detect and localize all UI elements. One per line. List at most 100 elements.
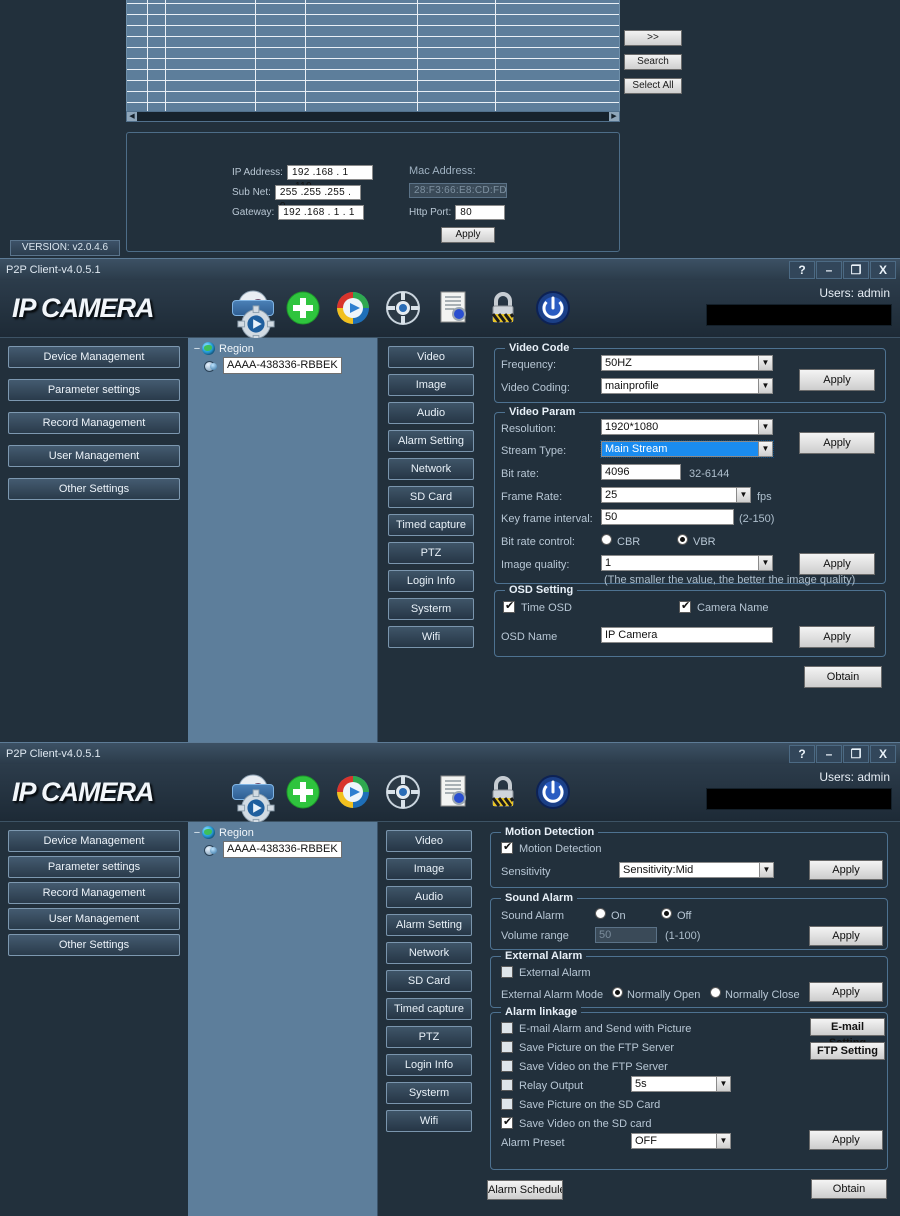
sidebar-item-other-settings[interactable]: Other Settings — [8, 934, 180, 956]
ptz-icon[interactable] — [382, 768, 424, 816]
log-icon[interactable] — [432, 768, 474, 816]
tree-item-device[interactable]: AAAA-438336-RBBEK — [188, 839, 377, 858]
image-quality-select[interactable]: 1 ▼ — [601, 555, 773, 571]
save-picture-ftp-checkbox[interactable] — [501, 1041, 513, 1053]
power-icon[interactable] — [532, 284, 574, 332]
alarm-schedule-button[interactable]: Alarm Schedule — [487, 1180, 563, 1200]
minimize-button[interactable]: – — [816, 745, 842, 763]
frequency-select[interactable]: 50HZ ▼ — [601, 355, 773, 371]
power-icon[interactable] — [532, 768, 574, 816]
scroll-left-icon[interactable]: ◀ — [127, 112, 137, 121]
sound-alarm-off-radio[interactable] — [661, 908, 672, 919]
video-param-apply-top-button[interactable]: Apply — [799, 432, 875, 454]
volume-range-input[interactable]: 50 — [595, 927, 657, 943]
tab-video[interactable]: Video — [386, 830, 472, 852]
sidebar-item-record-management[interactable]: Record Management — [8, 412, 180, 434]
video-code-apply-button[interactable]: Apply — [799, 369, 875, 391]
stream-type-select[interactable]: Main Stream ▼ — [600, 440, 774, 458]
save-video-sd-checkbox[interactable] — [501, 1116, 513, 1129]
chevron-down-icon[interactable]: ▼ — [758, 379, 772, 393]
tab-timed-capture[interactable]: Timed capture — [386, 998, 472, 1020]
tab-image[interactable]: Image — [386, 858, 472, 880]
sidebar-item-parameter-settings[interactable]: Parameter settings — [8, 379, 180, 401]
normally-close-radio[interactable] — [710, 987, 721, 998]
chevron-down-icon[interactable]: ▼ — [716, 1134, 730, 1148]
ip-address-input[interactable]: 192 .168 . 1 .110 — [286, 165, 373, 192]
device-name-label[interactable]: AAAA-438336-RBBEK — [223, 841, 342, 858]
tab-sd-card[interactable]: SD Card — [386, 970, 472, 992]
window2-obtain-button[interactable]: Obtain — [811, 1179, 887, 1199]
tab-image[interactable]: Image — [388, 374, 474, 396]
external-alarm-checkbox[interactable] — [501, 966, 513, 978]
sidebar-item-user-management[interactable]: User Management — [8, 445, 180, 467]
close-button[interactable]: X — [870, 745, 896, 763]
tab-ptz[interactable]: PTZ — [388, 542, 474, 564]
tab-timed-capture[interactable]: Timed capture — [388, 514, 474, 536]
close-button[interactable]: X — [870, 261, 896, 279]
results-horizontal-scrollbar[interactable]: ◀ ▶ — [126, 111, 620, 122]
log-icon[interactable] — [432, 284, 474, 332]
chevron-down-icon[interactable]: ▼ — [716, 1077, 730, 1091]
motion-apply-button[interactable]: Apply — [809, 860, 883, 880]
vbr-radio[interactable] — [677, 534, 688, 545]
chevron-down-icon[interactable]: ▼ — [736, 488, 750, 502]
key-frame-interval-input[interactable]: 50 — [601, 509, 734, 525]
save-video-ftp-checkbox[interactable] — [501, 1060, 513, 1072]
help-button[interactable]: ? — [789, 261, 815, 279]
settings-icon[interactable] — [232, 784, 275, 827]
email-setting-button[interactable]: E-mail Setting — [810, 1018, 885, 1049]
relay-output-select[interactable]: 5s ▼ — [631, 1076, 731, 1092]
chevron-down-icon[interactable]: ▼ — [758, 356, 772, 370]
sidebar-item-other-settings[interactable]: Other Settings — [8, 478, 180, 500]
relay-output-checkbox[interactable] — [501, 1079, 513, 1091]
playback-icon[interactable] — [332, 284, 374, 332]
tab-systerm[interactable]: Systerm — [386, 1082, 472, 1104]
gateway-input[interactable]: 192 .168 . 1 . 1 — [278, 205, 365, 220]
tab-systerm[interactable]: Systerm — [388, 598, 474, 620]
maximize-button[interactable]: ❐ — [843, 261, 869, 279]
osd-apply-button[interactable]: Apply — [799, 626, 875, 648]
device-search-results-grid[interactable] — [126, 0, 620, 114]
chevron-down-icon[interactable]: ▼ — [758, 442, 772, 456]
lock-icon[interactable] — [482, 768, 524, 816]
help-button[interactable]: ? — [789, 745, 815, 763]
bit-rate-input[interactable]: 4096 — [601, 464, 681, 480]
collapse-icon[interactable]: − — [192, 827, 202, 839]
sidebar-item-device-management[interactable]: Device Management — [8, 346, 180, 368]
chevron-down-icon[interactable]: ▼ — [758, 556, 772, 570]
sidebar-item-device-management[interactable]: Device Management — [8, 830, 180, 852]
scrollbar-track[interactable] — [137, 112, 609, 121]
maximize-button[interactable]: ❐ — [843, 745, 869, 763]
add-icon[interactable] — [282, 284, 324, 332]
search-button[interactable]: Search — [624, 54, 682, 70]
alarm-linkage-apply-button[interactable]: Apply — [809, 1130, 883, 1150]
sidebar-item-record-management[interactable]: Record Management — [8, 882, 180, 904]
tab-network[interactable]: Network — [386, 942, 472, 964]
tab-video[interactable]: Video — [388, 346, 474, 368]
time-osd-checkbox[interactable] — [503, 600, 515, 613]
window2-device-tree[interactable]: − Region AAAA-438336-RBBEK — [188, 822, 378, 1216]
window1-titlebar[interactable]: P2P Client-v4.0.5.1 ? – ❐ X — [0, 258, 900, 280]
frame-rate-select[interactable]: 25 ▼ — [601, 487, 751, 503]
video-param-apply-bottom-button[interactable]: Apply — [799, 553, 875, 575]
subnet-input[interactable]: 255 .255 .255 . 0 — [274, 185, 361, 212]
motion-detection-checkbox[interactable] — [501, 841, 513, 854]
tab-audio[interactable]: Audio — [388, 402, 474, 424]
alarm-preset-select[interactable]: OFF ▼ — [631, 1133, 731, 1149]
external-apply-button[interactable]: Apply — [809, 982, 883, 1002]
http-port-input[interactable]: 80 — [455, 205, 506, 220]
tab-alarm-setting[interactable]: Alarm Setting — [388, 430, 474, 452]
collapse-icon[interactable]: − — [192, 343, 202, 355]
tree-item-device[interactable]: AAAA-438336-RBBEK — [188, 355, 377, 374]
cbr-radio[interactable] — [601, 534, 612, 545]
tab-audio[interactable]: Audio — [386, 886, 472, 908]
email-alarm-checkbox[interactable] — [501, 1022, 513, 1034]
next-button[interactable]: >> — [624, 30, 682, 46]
camera-name-checkbox[interactable] — [679, 600, 691, 613]
tab-wifi[interactable]: Wifi — [386, 1110, 472, 1132]
lock-icon[interactable] — [482, 284, 524, 332]
tab-wifi[interactable]: Wifi — [388, 626, 474, 648]
tab-network[interactable]: Network — [388, 458, 474, 480]
window2-titlebar[interactable]: P2P Client-v4.0.5.1 ? – ❐ X — [0, 742, 900, 764]
settings-icon[interactable] — [232, 300, 275, 343]
